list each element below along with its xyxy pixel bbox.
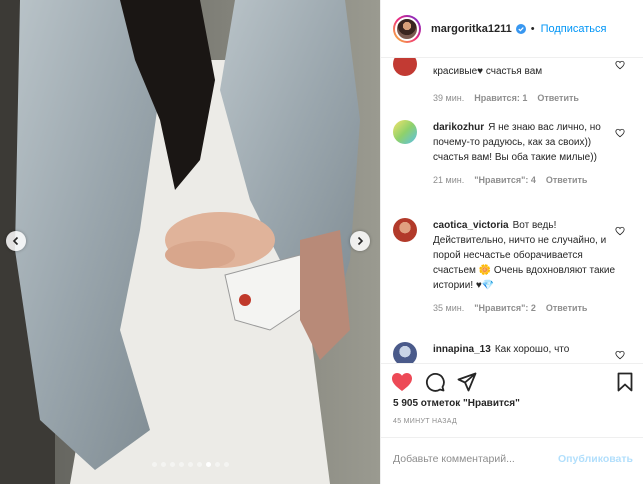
follow-button[interactable]: Подписаться bbox=[541, 23, 607, 35]
instagram-post: margoritka1211 • Подписаться красивые♥ с… bbox=[0, 0, 643, 484]
comment-body: innapina_13 Как хорошо, что bbox=[433, 342, 617, 357]
like-comment-heart-icon[interactable] bbox=[615, 350, 625, 360]
action-icons-bar bbox=[381, 364, 643, 398]
carousel-dot bbox=[169, 462, 175, 467]
photo-image bbox=[0, 0, 380, 484]
comment-likes[interactable]: "Нравится": 4 bbox=[474, 173, 536, 188]
comment-bubble-icon[interactable] bbox=[425, 372, 445, 392]
post-photo[interactable] bbox=[0, 0, 380, 484]
save-bookmark-icon[interactable] bbox=[617, 372, 633, 392]
verified-badge-icon bbox=[515, 23, 526, 34]
reply-button[interactable]: Ответить bbox=[537, 91, 579, 106]
likes-count[interactable]: 5 905 отметок "Нравится" bbox=[393, 398, 520, 409]
add-comment-bar: Добавьте комментарий... Опубликовать bbox=[381, 437, 643, 484]
carousel-dot bbox=[214, 462, 220, 467]
reply-button[interactable]: Ответить bbox=[546, 301, 588, 316]
comment-time: 21 мин. bbox=[433, 175, 465, 185]
comment-meta: 39 мин. Нравится: 1 Ответить bbox=[433, 91, 617, 106]
comment-input[interactable]: Добавьте комментарий... bbox=[393, 453, 515, 465]
carousel-dot bbox=[205, 462, 211, 467]
commenter-username[interactable]: innapina_13 bbox=[433, 344, 491, 355]
comment-body: caotica_victoria Вот ведь! Действительно,… bbox=[433, 218, 617, 316]
like-comment-heart-icon[interactable] bbox=[615, 226, 625, 236]
comment-body: красивые♥ счастья вам 39 мин. Нравится: … bbox=[433, 58, 617, 106]
comments-list: красивые♥ счастья вам 39 мин. Нравится: … bbox=[381, 58, 643, 363]
chevron-right-icon bbox=[357, 236, 364, 246]
prev-slide-button[interactable] bbox=[6, 231, 26, 251]
carousel-dot bbox=[178, 462, 184, 467]
chevron-left-icon bbox=[12, 236, 19, 246]
post-actions bbox=[381, 363, 643, 398]
carousel-dot bbox=[196, 462, 202, 467]
commenter-avatar[interactable] bbox=[393, 342, 417, 363]
comment-text-wrap: innapina_13 Как хорошо, что bbox=[433, 342, 617, 357]
like-comment-heart-icon[interactable] bbox=[615, 60, 625, 70]
commenter-avatar[interactable] bbox=[393, 58, 417, 76]
comment-time: 35 мин. bbox=[433, 303, 465, 313]
commenter-username[interactable]: darikozhur bbox=[433, 122, 484, 133]
carousel-indicators bbox=[0, 462, 380, 467]
comment-meta: 35 мин. "Нравится": 2 Ответить bbox=[433, 301, 617, 316]
author-avatar[interactable] bbox=[393, 14, 421, 43]
comment-text-wrap: darikozhur Я не знаю вас лично, но почему… bbox=[433, 120, 617, 165]
next-slide-button[interactable] bbox=[350, 231, 370, 251]
share-direct-icon[interactable] bbox=[457, 372, 477, 392]
comment-text: Как хорошо, что bbox=[494, 344, 570, 355]
commenter-avatar[interactable] bbox=[393, 120, 417, 144]
header-separator: • bbox=[530, 22, 535, 35]
commenter-username[interactable]: caotica_victoria bbox=[433, 220, 509, 231]
post-header: margoritka1211 • Подписаться bbox=[381, 0, 643, 58]
comment-text-wrap: caotica_victoria Вот ведь! Действительно,… bbox=[433, 218, 617, 293]
comment-likes[interactable]: Нравится: 1 bbox=[474, 91, 527, 106]
carousel-dot bbox=[160, 462, 166, 467]
commenter-avatar[interactable] bbox=[393, 218, 417, 242]
comment-likes[interactable]: "Нравится": 2 bbox=[474, 301, 536, 316]
like-heart-icon[interactable] bbox=[391, 372, 413, 392]
comment-meta: 21 мин. "Нравится": 4 Ответить bbox=[433, 173, 617, 188]
carousel-dot bbox=[151, 462, 157, 467]
post-time[interactable]: 45 МИНУТ НАЗАД bbox=[393, 418, 457, 425]
author-username[interactable]: margoritka1211 bbox=[431, 23, 512, 35]
carousel-dot bbox=[187, 462, 193, 467]
like-comment-heart-icon[interactable] bbox=[615, 128, 625, 138]
carousel-dot bbox=[223, 462, 229, 467]
comment-body: darikozhur Я не знаю вас лично, но почему… bbox=[433, 120, 617, 188]
avatar-image bbox=[395, 16, 419, 41]
publish-button[interactable]: Опубликовать bbox=[558, 453, 633, 465]
comment-time: 39 мин. bbox=[433, 93, 465, 103]
comment-text: красивые♥ счастья вам bbox=[433, 66, 543, 77]
post-side-panel: margoritka1211 • Подписаться красивые♥ с… bbox=[380, 0, 643, 484]
reply-button[interactable]: Ответить bbox=[546, 173, 588, 188]
